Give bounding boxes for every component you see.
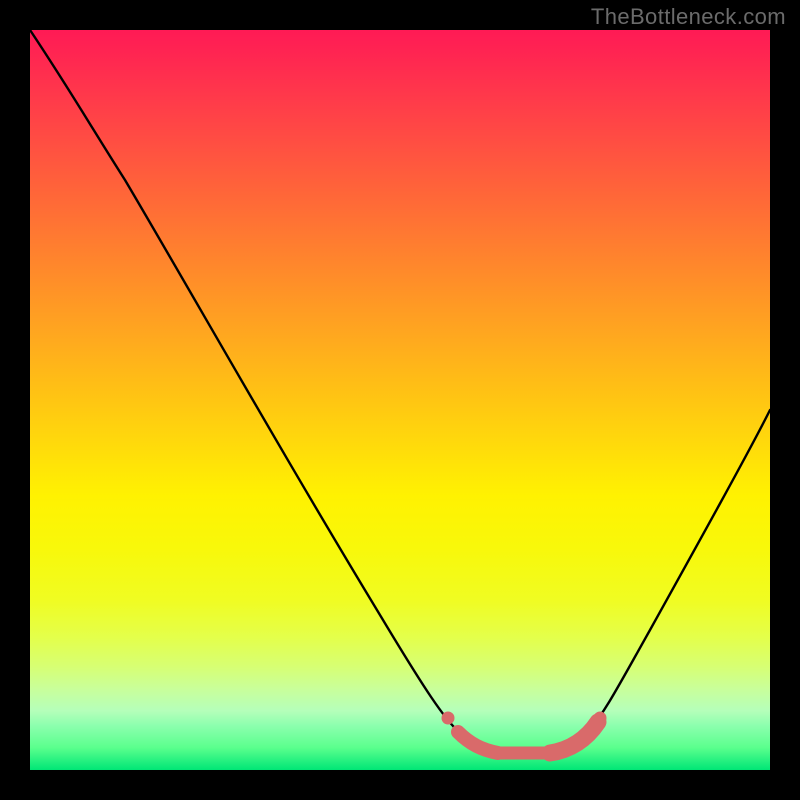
- chart-area: [30, 30, 770, 770]
- watermark-text: TheBottleneck.com: [591, 4, 786, 30]
- highlight-layer: [30, 30, 770, 770]
- optimal-range-highlight: [442, 712, 606, 753]
